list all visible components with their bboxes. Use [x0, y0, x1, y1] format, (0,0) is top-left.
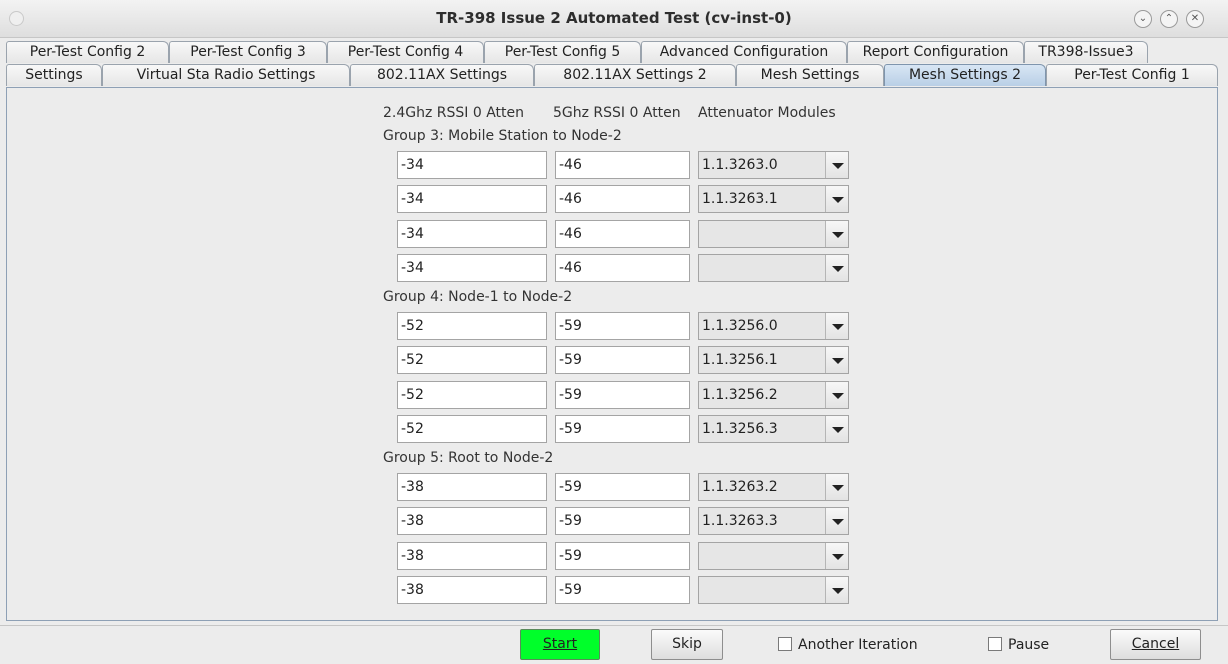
attenuator-module-select[interactable]: 1.1.3256.2: [698, 381, 849, 409]
rssi-24ghz-input[interactable]: -52: [397, 381, 547, 409]
tab-tr398-issue3[interactable]: TR398-Issue3: [1024, 41, 1148, 63]
rssi-24ghz-input[interactable]: -34: [397, 185, 547, 213]
tab-per-test-config-1[interactable]: Per-Test Config 1: [1046, 64, 1218, 86]
another-iteration-box[interactable]: [778, 637, 792, 651]
header-24ghz-rssi: 2.4Ghz RSSI 0 Atten: [383, 105, 525, 121]
chevron-down-icon[interactable]: [825, 416, 848, 442]
rssi-5ghz-input[interactable]: -59: [555, 312, 690, 340]
tab-per-test-config-2[interactable]: Per-Test Config 2: [6, 41, 169, 63]
attenuator-module-value: 1.1.3263.0: [702, 157, 778, 173]
group-5-label: Group 5: Root to Node-2: [383, 450, 554, 466]
tab-per-test-config-3[interactable]: Per-Test Config 3: [169, 41, 327, 63]
chevron-down-icon[interactable]: [825, 152, 848, 178]
rssi-5ghz-input[interactable]: -46: [555, 220, 690, 248]
chevron-down-icon[interactable]: [825, 313, 848, 339]
attenuator-module-select[interactable]: [698, 542, 849, 570]
rssi-5ghz-input[interactable]: -59: [555, 381, 690, 409]
rssi-24ghz-input[interactable]: -38: [397, 576, 547, 604]
chevron-down-icon[interactable]: [825, 186, 848, 212]
rssi-24ghz-input[interactable]: -52: [397, 346, 547, 374]
attenuator-module-select[interactable]: 1.1.3256.3: [698, 415, 849, 443]
title-bar: TR-398 Issue 2 Automated Test (cv-inst-0…: [0, 0, 1228, 38]
rssi-24ghz-input[interactable]: -52: [397, 415, 547, 443]
pause-box[interactable]: [988, 637, 1002, 651]
rssi-24ghz-input[interactable]: -38: [397, 473, 547, 501]
chevron-down-icon[interactable]: [825, 474, 848, 500]
attenuator-module-select[interactable]: 1.1.3263.2: [698, 473, 849, 501]
rssi-5ghz-input[interactable]: -59: [555, 542, 690, 570]
attenuator-module-value: 1.1.3263.2: [702, 479, 778, 495]
attenuator-module-select[interactable]: [698, 576, 849, 604]
cancel-button-label: Cancel: [1131, 636, 1180, 652]
chevron-down-icon[interactable]: [825, 347, 848, 373]
attenuator-module-value: 1.1.3263.3: [702, 513, 778, 529]
chevron-down-icon[interactable]: [825, 382, 848, 408]
rssi-5ghz-input[interactable]: -59: [555, 576, 690, 604]
attenuator-module-value: 1.1.3263.1: [702, 191, 778, 207]
tab-advanced-configuration[interactable]: Advanced Configuration: [641, 41, 847, 63]
attenuator-module-value: 1.1.3256.1: [702, 352, 778, 368]
cancel-button[interactable]: Cancel: [1110, 629, 1201, 660]
start-button-label: Start: [542, 636, 578, 652]
rssi-5ghz-input[interactable]: -59: [555, 346, 690, 374]
attenuator-module-select[interactable]: [698, 220, 849, 248]
rssi-24ghz-input[interactable]: -38: [397, 542, 547, 570]
attenuator-module-value: 1.1.3256.2: [702, 387, 778, 403]
rssi-5ghz-input[interactable]: -59: [555, 507, 690, 535]
rssi-24ghz-input[interactable]: -34: [397, 220, 547, 248]
pause-checkbox[interactable]: Pause: [988, 636, 1049, 654]
rssi-24ghz-input[interactable]: -34: [397, 254, 547, 282]
rssi-5ghz-input[interactable]: -46: [555, 151, 690, 179]
another-iteration-label: Another Iteration: [798, 637, 918, 653]
attenuator-module-select[interactable]: 1.1.3263.0: [698, 151, 849, 179]
header-attenuator-modules: Attenuator Modules: [698, 105, 836, 121]
minimize-icon[interactable]: ⌄: [1134, 10, 1152, 28]
tab-per-test-config-5[interactable]: Per-Test Config 5: [484, 41, 641, 63]
tab-settings[interactable]: Settings: [6, 64, 102, 86]
maximize-icon[interactable]: ⌃: [1160, 10, 1178, 28]
close-icon[interactable]: ✕: [1186, 10, 1204, 28]
bottom-separator: [0, 625, 1228, 626]
chevron-down-icon[interactable]: [825, 255, 848, 281]
skip-button[interactable]: Skip: [651, 629, 723, 660]
tab-per-test-config-4[interactable]: Per-Test Config 4: [327, 41, 484, 63]
rssi-24ghz-input[interactable]: -52: [397, 312, 547, 340]
rssi-24ghz-input[interactable]: -38: [397, 507, 547, 535]
tab-mesh-settings-2[interactable]: Mesh Settings 2: [884, 64, 1046, 86]
tab-80211ax-settings-2[interactable]: 802.11AX Settings 2: [534, 64, 736, 86]
attenuator-module-value: 1.1.3256.3: [702, 421, 778, 437]
chevron-down-icon[interactable]: [825, 221, 848, 247]
tab-80211ax-settings[interactable]: 802.11AX Settings: [350, 64, 534, 86]
attenuator-module-select[interactable]: 1.1.3256.1: [698, 346, 849, 374]
rssi-5ghz-input[interactable]: -59: [555, 473, 690, 501]
window-title: TR-398 Issue 2 Automated Test (cv-inst-0…: [436, 9, 792, 27]
attenuator-module-select[interactable]: 1.1.3263.3: [698, 507, 849, 535]
attenuator-module-value: 1.1.3256.0: [702, 318, 778, 334]
rssi-5ghz-input[interactable]: -46: [555, 185, 690, 213]
pause-label: Pause: [1008, 637, 1050, 653]
header-5ghz-rssi: 5Ghz RSSI 0 Atten: [553, 105, 681, 121]
tab-mesh-settings[interactable]: Mesh Settings: [736, 64, 884, 86]
group-4-label: Group 4: Node-1 to Node-2: [383, 289, 573, 305]
attenuator-module-select[interactable]: 1.1.3256.0: [698, 312, 849, 340]
attenuator-module-select[interactable]: 1.1.3263.1: [698, 185, 849, 213]
another-iteration-checkbox[interactable]: Another Iteration: [778, 636, 918, 654]
group-3-label: Group 3: Mobile Station to Node-2: [383, 128, 622, 144]
rssi-5ghz-input[interactable]: -59: [555, 415, 690, 443]
attenuator-module-select[interactable]: [698, 254, 849, 282]
tab-report-configuration[interactable]: Report Configuration: [847, 41, 1024, 63]
chevron-down-icon[interactable]: [825, 577, 848, 603]
chevron-down-icon[interactable]: [825, 543, 848, 569]
start-button[interactable]: Start: [520, 629, 600, 660]
tab-virtual-sta-radio-settings[interactable]: Virtual Sta Radio Settings: [102, 64, 350, 86]
rssi-24ghz-input[interactable]: -34: [397, 151, 547, 179]
rssi-5ghz-input[interactable]: -46: [555, 254, 690, 282]
chevron-down-icon[interactable]: [825, 508, 848, 534]
